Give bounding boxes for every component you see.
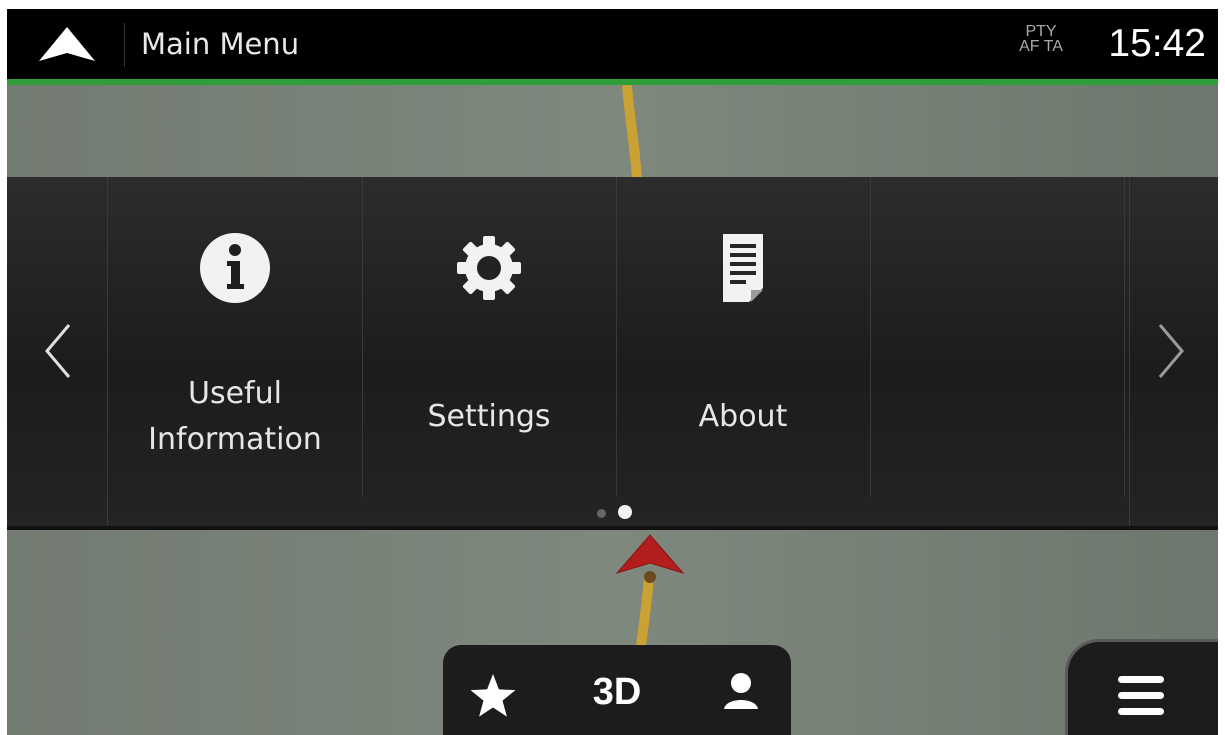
previous-page-button[interactable] — [7, 177, 108, 526]
menu-tile-label: Settings — [427, 399, 551, 434]
screen: Main Menu PTY AF TA 15:42 Useful Informa… — [7, 9, 1218, 735]
document-icon — [616, 232, 870, 304]
favorites-button[interactable] — [443, 657, 543, 727]
menu-tile-label: About — [698, 399, 788, 434]
page-dot[interactable] — [597, 509, 606, 518]
info-icon — [108, 232, 362, 304]
header-bar: Main Menu PTY AF TA 15:42 — [7, 9, 1218, 85]
gear-icon — [362, 232, 616, 304]
page-title: Main Menu — [141, 27, 300, 61]
menu-tile-useful-information[interactable]: Useful Information — [108, 177, 363, 497]
menu-tile-empty — [870, 177, 1125, 497]
map-controls-bar: 3D — [443, 645, 791, 735]
menu-tile-label — [870, 362, 1124, 472]
page-dot-active[interactable] — [618, 505, 632, 519]
poi-button[interactable] — [691, 657, 791, 727]
main-menu-button[interactable] — [1065, 639, 1218, 735]
hamburger-icon — [1118, 676, 1164, 715]
menu-tile-settings[interactable]: Settings — [362, 177, 617, 497]
menu-tile-about[interactable]: About — [616, 177, 871, 497]
star-icon — [470, 674, 516, 717]
chevron-right-icon — [1158, 324, 1184, 378]
clock: 15:42 — [1108, 22, 1206, 65]
rds-status: PTY AF TA — [1009, 23, 1073, 55]
rds-af-ta-label: AF TA — [1019, 38, 1063, 55]
person-pin-icon — [724, 673, 758, 709]
page-indicator — [589, 505, 649, 519]
rds-pty-label: PTY — [1025, 23, 1057, 40]
menu-tile-label: Useful Information — [148, 376, 322, 457]
divider — [124, 23, 125, 67]
next-page-button[interactable] — [1129, 177, 1218, 526]
main-menu-panel: Useful Information Settings About — [7, 177, 1218, 530]
navigation-arrow-icon[interactable] — [37, 25, 97, 63]
view-mode-toggle[interactable]: 3D — [567, 657, 667, 727]
chevron-left-icon — [45, 324, 71, 378]
